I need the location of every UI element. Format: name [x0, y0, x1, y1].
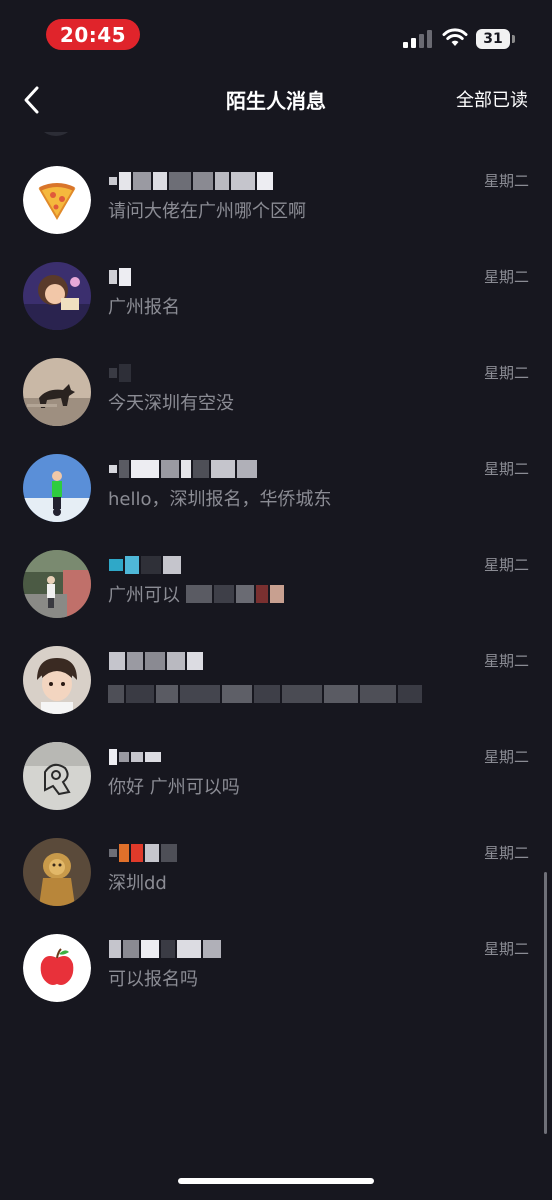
cellular-signal-icon — [403, 30, 432, 48]
conversation-item[interactable]: 广州可以 星期二 — [0, 516, 552, 618]
chevron-left-icon — [24, 86, 39, 114]
scrollbar[interactable] — [544, 872, 547, 1134]
sketch-drawing-photo — [23, 742, 91, 810]
message-time: 星期二 — [483, 172, 529, 190]
wifi-icon — [442, 28, 468, 46]
conversation-item[interactable]: 星期二 — [0, 612, 552, 714]
conversation-item[interactable]: 请问大佬在广州哪个区啊 星期二 — [0, 132, 552, 234]
message-preview: 深圳dd — [108, 873, 167, 894]
message-time: 星期二 — [483, 556, 529, 574]
message-time: 星期二 — [483, 268, 529, 286]
message-preview: hello，深圳报名，华侨城东 — [108, 489, 332, 510]
contact-name-redacted — [109, 842, 179, 864]
contact-name-redacted — [109, 458, 259, 480]
battery-indicator: 31 — [476, 29, 510, 49]
message-time: 星期二 — [483, 364, 529, 382]
message-preview-redacted — [108, 685, 424, 703]
contact-name-redacted — [109, 746, 163, 768]
message-preview-redacted — [186, 585, 286, 603]
battery-tip — [512, 35, 515, 43]
cartoon-boy-portrait — [23, 646, 91, 714]
conversation-item[interactable]: 可以报名吗 星期二 — [0, 900, 552, 1002]
message-preview: 请问大佬在广州哪个区啊 — [108, 201, 306, 222]
person-outdoor-blue-sky-photo — [23, 454, 91, 522]
conversation-item[interactable]: 今天深圳有空没 星期二 — [0, 324, 552, 426]
contact-name-redacted — [109, 938, 223, 960]
illustrated-girl-photo — [23, 262, 91, 330]
message-preview: 可以报名吗 — [108, 969, 198, 990]
status-time: 20:45 — [46, 19, 140, 50]
home-indicator[interactable] — [178, 1178, 374, 1184]
nav-bar: 陌生人消息 全部已读 — [0, 70, 552, 132]
pizza-icon — [23, 166, 91, 234]
back-button[interactable] — [14, 82, 50, 118]
status-bar: 20:45 31 — [0, 0, 552, 70]
contact-name-redacted — [109, 170, 275, 192]
message-preview: 广州可以 — [108, 585, 180, 606]
contact-name-redacted — [109, 266, 133, 288]
conversation-item[interactable]: 深圳dd 星期二 — [0, 804, 552, 906]
apple-icon — [23, 934, 91, 1002]
message-time: 星期二 — [483, 748, 529, 766]
conversation-item[interactable]: hello，深圳报名，华侨城东 星期二 — [0, 420, 552, 522]
conversation-list-viewport[interactable]: 请问大佬在广州哪个区啊 星期二 广州报名 星期二 今天深圳有空没 星期二 hel… — [0, 132, 552, 1172]
golden-lion-statue-photo — [23, 838, 91, 906]
message-time: 星期二 — [483, 844, 529, 862]
message-preview: 今天深圳有空没 — [108, 393, 234, 414]
message-time: 星期二 — [483, 652, 529, 670]
message-preview: 广州报名 — [108, 297, 180, 318]
person-on-steps-photo — [23, 550, 91, 618]
message-time: 星期二 — [483, 940, 529, 958]
contact-name-redacted — [109, 650, 205, 672]
conversation-item[interactable]: 你好 广州可以吗 星期二 — [0, 708, 552, 810]
conversation-item[interactable]: 广州报名 星期二 — [0, 228, 552, 330]
message-preview: 你好 广州可以吗 — [108, 777, 240, 798]
contact-name-redacted — [109, 554, 183, 576]
cat-on-street-photo — [23, 358, 91, 426]
contact-name-redacted — [109, 362, 133, 384]
mark-all-read-button[interactable]: 全部已读 — [456, 70, 528, 132]
message-time: 星期二 — [483, 460, 529, 478]
